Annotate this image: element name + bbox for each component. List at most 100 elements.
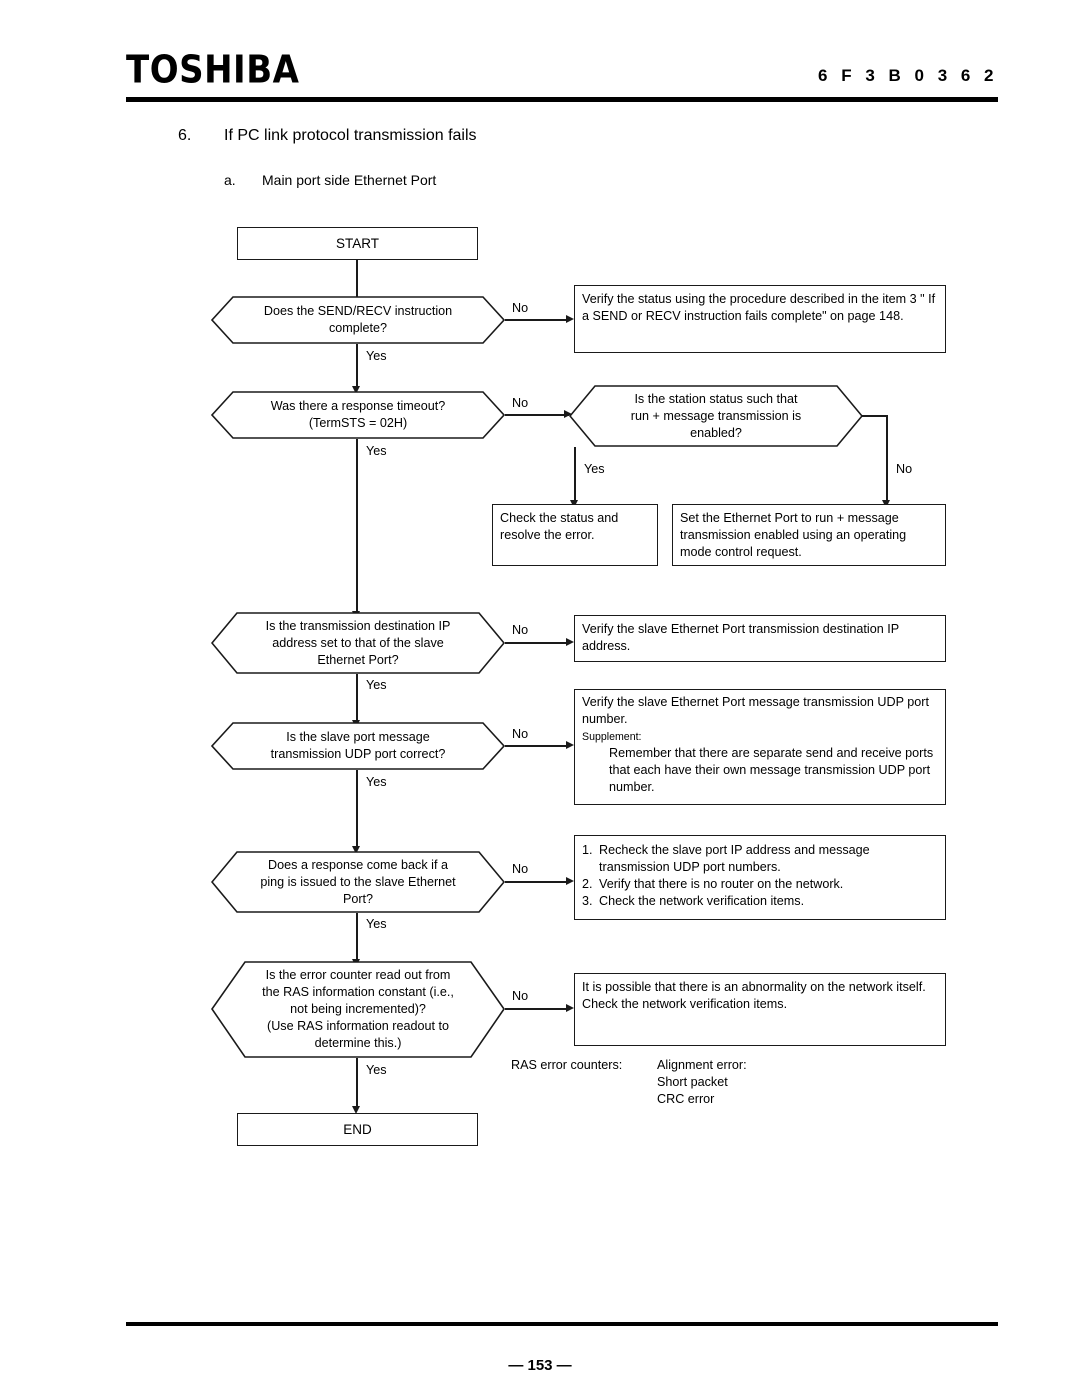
ping-failure-item-3: 3. Check the network verification items. [582,893,938,910]
ras-note-label: RAS error counters: [511,1058,623,1072]
decision-send-recv-complete: Does the SEND/RECV instruction complete? [211,296,505,344]
decision-response-timeout: Was there a response timeout? (TermSTS =… [211,391,505,439]
decision-ras-line1: Is the error counter read out from [265,968,451,982]
page-title: If PC link protocol transmission fails [224,127,477,144]
edge-label-no-ras: No [512,989,529,1003]
connector-start-to-send-recv [356,260,358,299]
ping-failure-item-1: 1. Recheck the slave port IP address and… [582,842,938,876]
ras-note-item-1: Alignment error: [657,1058,747,1072]
action-set-ethernet-port-text: Set the Ethernet Port to run + message t… [680,511,907,559]
toshiba-logo: TOSHIBA [126,48,300,93]
connector-send-recv-no [505,319,569,321]
ping-failure-item-1-number: 1. [582,843,593,857]
action-verify-status-text: Verify the status using the procedure de… [582,292,936,323]
decision-udp-line2: transmission UDP port correct? [270,747,446,761]
connector-send-recv-to-timeout [356,344,358,388]
connector-ping-to-ras [356,913,358,963]
decision-destination-ip: Is the transmission destination IP addre… [211,612,505,674]
edge-label-no-send-recv: No [512,301,529,315]
action-check-status-text: Check the status and resolve the error. [500,511,619,542]
ping-failure-item-3-text: Check the network verification items. [599,894,805,908]
decision-ras-line4: (Use RAS information readout to [267,1019,449,1033]
edge-label-yes-send-recv: Yes [366,349,387,363]
action-set-ethernet-port-box: Set the Ethernet Port to run + message t… [672,504,946,566]
header-rule [126,97,998,102]
subsection-title: Main port side Ethernet Port [262,172,437,188]
connector-ras-to-end [356,1058,358,1110]
arrowhead-right-icon [566,315,574,323]
section-number: 6. [178,127,192,144]
decision-ras-error-counter: Is the error counter read out from the R… [211,961,505,1058]
subsection-number: a. [224,172,236,188]
decision-dest-ip-line1: Is the transmission destination IP [265,618,451,633]
decision-ping-line1: Does a response come back if a [268,857,448,872]
action-verify-udp-port-box: Verify the slave Ethernet Port message t… [574,689,946,805]
decision-station-status: Is the station status such that run + me… [569,385,863,447]
edge-label-yes-udp: Yes [366,775,387,789]
footer-rule [126,1322,998,1326]
connector-udp-to-ping [356,770,358,849]
decision-udp-port: Is the slave port message transmission U… [211,722,505,770]
connector-timeout-no [505,414,569,416]
action-network-abnormal-box: It is possible that there is an abnormal… [574,973,946,1046]
edge-label-yes-ras: Yes [366,1063,387,1077]
edge-label-no-timeout: No [512,396,529,410]
edge-label-yes-timeout: Yes [366,444,387,458]
decision-udp-line1: Is the slave port message [286,730,430,744]
decision-ras-line2: the RAS information constant (i.e., [262,985,454,999]
ping-failure-item-2-number: 2. [582,877,593,891]
decision-dest-ip-line3: Ethernet Port? [317,652,399,667]
ras-note-item-3: CRC error [657,1092,715,1106]
arrowhead-right-icon [566,741,574,749]
ras-note-item-2: Short packet [657,1075,728,1089]
flowchart-end-node: END [237,1113,478,1146]
decision-station-line3: enabled? [690,425,742,440]
connector-dest-ip-to-udp [356,674,358,722]
arrowhead-right-icon [566,1004,574,1012]
decision-ras-line3: not being incremented)? [290,1002,426,1016]
edge-label-no-station: No [896,462,913,476]
ping-failure-item-1-text: Recheck the slave port IP address and me… [599,843,870,874]
edge-label-yes-ping: Yes [366,917,387,931]
flowchart-start-node: START [237,227,478,260]
ping-failure-item-2: 2. Verify that there is no router on the… [582,876,938,893]
connector-station-yes [574,447,576,502]
connector-ras-no [505,1008,569,1010]
edge-label-no-udp: No [512,727,529,741]
connector-timeout-to-dest-ip [356,439,358,614]
edge-label-yes-station: Yes [584,462,605,476]
action-verify-dest-ip-box: Verify the slave Ethernet Port transmiss… [574,615,946,662]
connector-station-no-stub [862,415,888,417]
decision-ras-line5: determine this.) [314,1036,402,1050]
action-verify-udp-main-text: Verify the slave Ethernet Port message t… [582,695,929,726]
action-verify-status-box: Verify the status using the procedure de… [574,285,946,353]
ras-note-list: Alignment error: Short packet CRC error [657,1057,747,1108]
supplement-heading: Supplement: [582,731,642,743]
document-code: 6 F 3 B 0 3 6 2 [818,66,998,85]
decision-station-line1: Is the station status such that [634,391,798,406]
ping-failure-item-3-number: 3. [582,894,593,908]
edge-label-no-ping: No [512,862,529,876]
connector-udp-no [505,745,569,747]
connector-ping-no [505,881,569,883]
ping-failure-item-2-text: Verify that there is no router on the ne… [599,877,844,891]
action-verify-dest-ip-text: Verify the slave Ethernet Port transmiss… [582,622,899,653]
action-check-status-box: Check the status and resolve the error. [492,504,658,566]
edge-label-no-dest-ip: No [512,623,529,637]
decision-dest-ip-line2: address set to that of the slave [272,635,444,650]
decision-send-recv-line2: complete? [328,321,388,335]
decision-station-line2: run + message transmission is [630,408,802,423]
action-ping-failure-box: 1. Recheck the slave port IP address and… [574,835,946,920]
connector-dest-ip-no [505,642,569,644]
page-number: — 153 — [508,1357,572,1374]
action-network-abnormal-text: It is possible that there is an abnormal… [582,980,926,1011]
decision-ping-line2: ping is issued to the slave Ethernet [260,874,456,889]
decision-send-recv-line1: Does the SEND/RECV instruction [263,304,453,318]
decision-timeout-line2: (TermSTS = 02H) [308,416,408,430]
connector-station-no [886,416,888,502]
decision-timeout-line1: Was there a response timeout? [270,399,446,413]
arrowhead-right-icon [566,638,574,646]
document-page: TOSHIBA 6 F 3 B 0 3 6 2 6. If PC link pr… [0,0,1080,1397]
edge-label-yes-dest-ip: Yes [366,678,387,692]
decision-ping-line3: Port? [342,891,374,906]
